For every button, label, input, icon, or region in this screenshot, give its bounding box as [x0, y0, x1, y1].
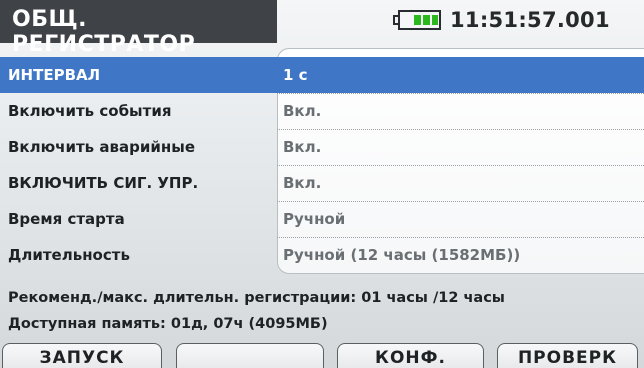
empty-function-button[interactable]: [176, 343, 324, 368]
setting-label: Включить аварийные: [8, 138, 195, 156]
battery-icon: [393, 10, 441, 30]
setting-row-duration[interactable]: Длительность Ручной (12 часы (1582МБ)): [0, 237, 644, 273]
setting-row-events[interactable]: Включить события Вкл.: [0, 93, 644, 129]
setting-value[interactable]: Ручной (12 часы (1582МБ)): [283, 246, 520, 264]
setting-value[interactable]: Вкл.: [283, 138, 321, 156]
setting-label: ИНТЕРВАЛ: [8, 66, 101, 84]
clock-time: 11:51:57.001: [450, 8, 610, 32]
setting-label: Время старта: [8, 210, 125, 228]
screen-title: ОБЩ. РЕГИСТРАТОР: [0, 0, 277, 57]
setting-label: Включить события: [8, 102, 172, 120]
setting-row-signalling[interactable]: ВКЛЮЧИТЬ СИГ. УПР. Вкл.: [0, 165, 644, 201]
config-button[interactable]: КОНФ.: [337, 343, 484, 368]
setting-row-start-time[interactable]: Время старта Ручной: [0, 201, 644, 237]
check-button[interactable]: ПРОВЕРК: [497, 343, 638, 368]
setting-label: Длительность: [8, 246, 130, 264]
setting-row-alarms[interactable]: Включить аварийные Вкл.: [0, 129, 644, 165]
setting-value[interactable]: Вкл.: [283, 102, 321, 120]
start-button[interactable]: ЗАПУСК: [2, 343, 162, 368]
setting-value[interactable]: Вкл.: [283, 174, 321, 192]
header-bar: ОБЩ. РЕГИСТРАТОР 11:51:57.001: [0, 0, 644, 57]
setting-value[interactable]: 1 с: [283, 66, 308, 84]
setting-row-interval[interactable]: ИНТЕРВАЛ 1 с: [0, 57, 644, 93]
setting-value[interactable]: Ручной: [283, 210, 345, 228]
setting-label: ВКЛЮЧИТЬ СИГ. УПР.: [8, 174, 199, 192]
available-memory-text: Доступная память: 01д, 07ч (4095МБ): [8, 316, 328, 332]
recommended-duration-text: Рекоменд./макс. длительн. регистрации: 0…: [8, 290, 505, 306]
